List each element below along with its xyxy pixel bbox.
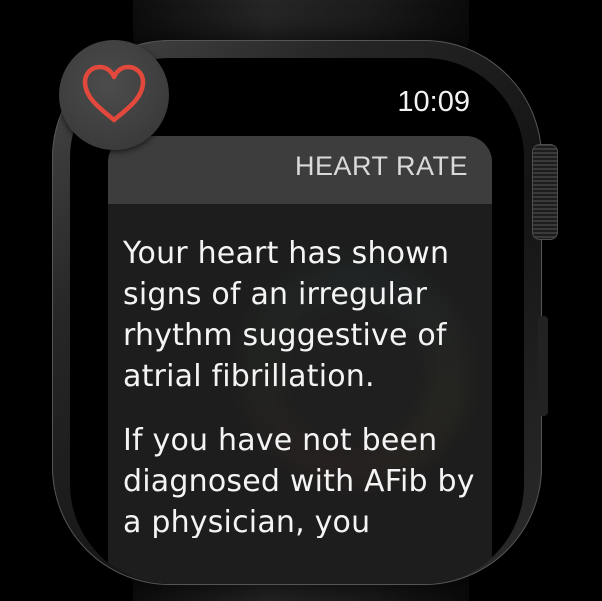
digital-crown[interactable] xyxy=(532,144,558,240)
heart-outline-icon xyxy=(82,64,146,123)
notification-app-name: HEART RATE xyxy=(294,151,468,181)
notification-body: Your heart has shown signs of an irregul… xyxy=(110,230,490,538)
side-button[interactable] xyxy=(538,316,548,416)
clock-time: 10:09 xyxy=(397,86,470,118)
heart-rate-app-icon xyxy=(59,40,169,150)
notification-message-paragraph: Your heart has shown signs of an irregul… xyxy=(123,236,450,394)
notification-message-paragraph: If you have not been diagnosed with AFib… xyxy=(123,423,475,538)
